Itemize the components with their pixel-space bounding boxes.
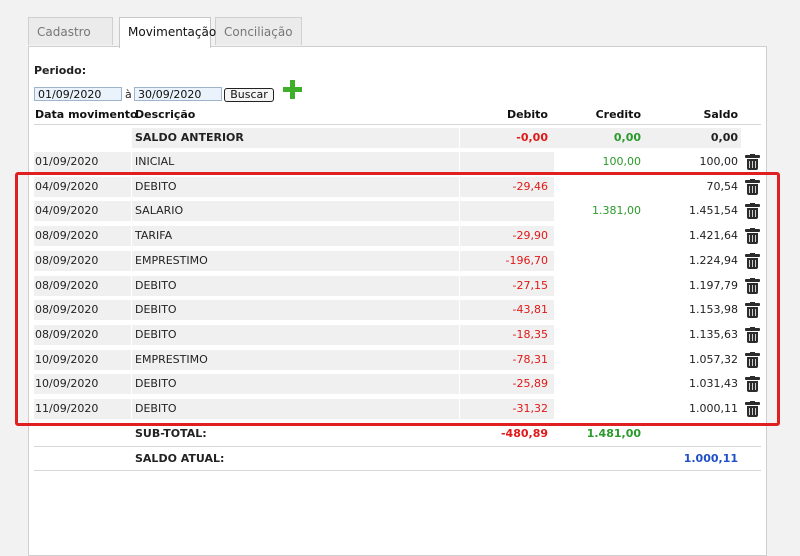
header-saldo: Saldo [703,108,738,121]
delete-cell [743,152,761,172]
trash-icon[interactable] [745,154,760,170]
table-row: 01/09/2020 INICIAL 100,00 100,00 [34,152,761,172]
header-debito: Debito [506,108,548,121]
saldo-anterior-debito: -0,00 [460,128,554,148]
plus-icon[interactable] [283,80,302,99]
periodo-label: Periodo: [34,64,87,77]
saldo-anterior-label: SALDO ANTERIOR [132,128,459,148]
row-divider [34,470,761,471]
saldo-atual-label: SALDO ATUAL: [135,452,225,465]
tab-movimentacao[interactable]: Movimentação [119,17,216,48]
saldo-atual-row: SALDO ATUAL: 1.000,11 [34,449,761,469]
buscar-button[interactable]: Buscar [224,88,274,102]
row-saldo: 100,00 [699,155,739,168]
saldo-anterior-credito: 0,00 [554,128,647,148]
header-credito: Credito [595,108,641,121]
date-from-input[interactable] [34,87,122,101]
row-credito: 100,00 [602,155,642,168]
saldo-atual-value: 1.000,11 [683,452,738,465]
saldo-anterior-row: SALDO ANTERIOR -0,00 0,00 0,00 [34,128,761,148]
tab-conciliacao[interactable]: Conciliação [215,17,302,45]
highlight-box [15,172,780,426]
tab-cadastro[interactable]: Cadastro [28,17,113,45]
subtotal-row: SUB-TOTAL: -480,89 1.481,00 [34,424,761,444]
header-data: Data movimento [35,108,138,121]
header-descricao: Descrição [135,108,196,121]
subtotal-credito: 1.481,00 [586,427,641,440]
date-range-separator: à [125,88,132,101]
subtotal-label: SUB-TOTAL: [135,427,207,440]
subtotal-debito: -480,89 [500,427,548,440]
row-debito [460,152,554,172]
row-data: 01/09/2020 [34,152,131,172]
date-to-input[interactable] [134,87,222,101]
row-divider [34,124,761,125]
table-header: Data movimento Descrição Debito Credito Sald… [34,105,761,125]
row-divider [34,446,761,447]
saldo-anterior-saldo: 0,00 [647,128,741,148]
row-descricao: INICIAL [132,152,459,172]
